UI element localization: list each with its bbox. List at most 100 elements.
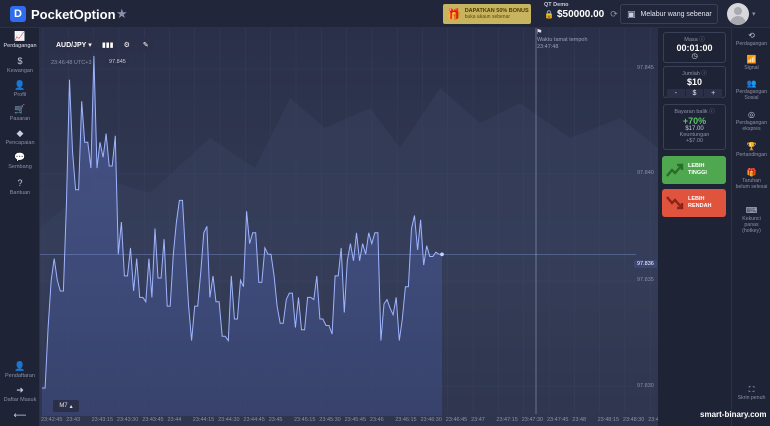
account-balance: $50000.00	[556, 9, 605, 20]
trading-app: D PocketOption ★ 🎁 DAPATKAN 50% BONUS bu…	[0, 0, 770, 426]
time-axis-tick: 23:43:30	[116, 417, 139, 423]
right-nav-label: belum selesai	[735, 184, 768, 191]
history-icon: ⟲	[748, 31, 755, 40]
current-price-label: 97.836	[634, 260, 657, 268]
amount-field[interactable]: Jumlah ⓘ $10 - $ +	[663, 66, 726, 98]
time-axis-tick: 23:42:45	[41, 417, 63, 423]
price-axis-tick: 97.835	[637, 277, 654, 283]
right-nav-label: Pertandingan	[736, 152, 767, 158]
higher-button[interactable]: LEBIH TINGGI	[662, 156, 726, 184]
time-axis-tick: 23:46:30	[420, 417, 442, 423]
deposit-label: Melabur wang sebenar	[640, 10, 712, 18]
chart-line-icon: 📈	[14, 31, 26, 41]
currency-toggle-button[interactable]: $	[685, 89, 704, 98]
lower-button[interactable]: LEBIH RENDAH	[662, 189, 726, 217]
sidebar-item-help[interactable]: ? Bantuan	[0, 178, 40, 196]
sidebar-item-label: Pendaftaran	[5, 373, 35, 379]
sidebar-item-label: Perdagangan	[3, 43, 37, 49]
sidebar-item-label: Sembang	[8, 164, 32, 170]
favorite-star-icon[interactable]: ★	[116, 6, 128, 22]
chevron-up-icon: ▴	[69, 403, 73, 410]
time-axis-tick: 23:44:45	[243, 417, 265, 423]
price-axis-tick: 97.830	[637, 383, 654, 389]
diamond-icon: ◆	[16, 128, 24, 138]
amount-caption: Jumlah ⓘ	[682, 71, 707, 77]
top-bar: D PocketOption ★ 🎁 DAPATKAN 50% BONUS bu…	[0, 0, 770, 28]
time-axis-tick: 23:47:15	[496, 417, 518, 423]
sidebar-item-cart[interactable]: 🛒 Pasaran	[0, 104, 40, 122]
chart-type-icon[interactable]: ▮▮▮	[99, 38, 116, 52]
right-nav-label: Perdagangan	[735, 41, 768, 47]
collapse-icon: ⟵	[13, 410, 27, 420]
time-axis-tick: 23:44	[167, 417, 182, 423]
account-switcher[interactable]: QT Demo 🔒 $50000.00 ⟳	[544, 2, 618, 20]
amount-value: $10	[686, 77, 703, 87]
avatar[interactable]	[727, 3, 749, 25]
trophy-icon: 🏆	[746, 142, 757, 151]
profile-icon: 👤	[14, 80, 26, 90]
server-time: 23:46:48 UTC+3	[51, 60, 92, 66]
drawing-tools-icon[interactable]: ✎	[137, 38, 154, 52]
logo-text: PocketOption	[31, 6, 116, 22]
payout-caption: Bayaran balik ⓘ	[674, 109, 715, 115]
amount-increase-button[interactable]: +	[704, 89, 723, 98]
arrow-down-icon	[666, 196, 684, 210]
bonus-promo-button[interactable]: 🎁 DAPATKAN 50% BONUS buka akaun sebenar	[443, 4, 531, 24]
time-axis-tick: 23:47	[471, 417, 485, 423]
time-axis-tick: 23:43:45	[142, 417, 164, 423]
payout-box: Bayaran balik ⓘ +70% $17.00 Keuntungan +…	[663, 104, 726, 150]
time-caption: Masa ⓘ	[684, 37, 705, 43]
sidebar-item-label: Kewangan	[7, 68, 33, 74]
asset-selector[interactable]: AUD/JPY ▾	[51, 38, 97, 52]
sidebar-item-diamond[interactable]: ◆ Pencapaian	[0, 128, 40, 146]
promo-subtitle: buka akaun sebenar	[464, 14, 511, 20]
sidebar-item-label: Pasaran	[9, 116, 31, 122]
right-nav-signal[interactable]: 📶 Signal	[732, 55, 770, 71]
sidebar-item-chat[interactable]: 💬 Sembang	[0, 152, 40, 170]
asset-pair-label: AUD/JPY	[56, 41, 87, 49]
time-axis-tick: 23:45:45	[344, 417, 367, 423]
sidebar-item-login[interactable]: ➜ Daftar Masuk	[0, 385, 40, 403]
cart-icon: 🛒	[14, 104, 26, 114]
deposit-button[interactable]: ▣ Melabur wang sebenar	[620, 4, 718, 24]
help-icon: ?	[17, 178, 23, 188]
logo[interactable]: D PocketOption	[10, 6, 116, 22]
right-nav-social[interactable]: 👥 Perdagangan Sosial	[732, 79, 770, 101]
sidebar-item-profile[interactable]: 👤 Profil	[0, 80, 40, 98]
sidebar-item-add-user[interactable]: 👤 Pendaftaran	[0, 361, 40, 379]
time-field[interactable]: Masa ⓘ 00:01:00 ◷	[663, 32, 726, 63]
sidebar-item-label: Profil	[13, 92, 27, 98]
right-nav-label: ekspres	[742, 126, 761, 133]
right-nav-bonus[interactable]: 🎁 Taruhan belum selesai	[732, 168, 770, 190]
price-axis-tick: 97.845	[637, 65, 654, 71]
time-axis-tick: 23:46	[369, 417, 384, 423]
chevron-down-icon[interactable]: ▾	[752, 10, 756, 18]
indicators-icon[interactable]: ⚙	[118, 38, 135, 52]
right-nav-fullscreen[interactable]: ⛶ Skrin penuh	[732, 385, 770, 401]
sidebar-item-label: Daftar Masuk	[3, 397, 37, 403]
sidebar-item-dollar[interactable]: $ Kewangan	[0, 56, 40, 74]
right-nav-express[interactable]: ◎ Perdagangan ekspres	[732, 110, 770, 132]
clock-icon: ◷	[691, 53, 698, 60]
sidebar-item-collapse[interactable]: ⟵	[0, 410, 40, 421]
sidebar-item-chart-line[interactable]: 📈 Perdagangan	[0, 31, 40, 49]
time-axis-tick: 23:47:45	[547, 417, 569, 423]
timeframe-selector[interactable]: M7 ▴	[53, 400, 79, 412]
price-chart[interactable]: AUD/JPY ▾ ▮▮▮ ⚙ ✎ 23:46:48 UTC+3 97.845 …	[40, 28, 658, 426]
time-axis-tick: 23:45:30	[319, 417, 341, 423]
flag-icon: ⚑	[536, 29, 543, 36]
time-axis-tick: 23:45	[268, 417, 283, 423]
right-nav-history[interactable]: ⟲ Perdagangan	[732, 31, 770, 47]
amount-decrease-button[interactable]: -	[667, 89, 685, 98]
sidebar-item-label: Bantuan	[9, 190, 31, 196]
right-nav-trophy[interactable]: 🏆 Pertandingan	[732, 142, 770, 158]
add-user-icon: 👤	[14, 361, 26, 371]
right-nav-hotkey[interactable]: ⌨ Kekunci panas (hotkey)	[732, 206, 770, 235]
refresh-icon[interactable]: ⟳	[610, 9, 618, 20]
fullscreen-icon: ⛶	[748, 385, 755, 394]
price-badge: 97.845	[106, 58, 129, 66]
time-axis-tick: 23:44:15	[192, 417, 215, 423]
signal-icon: 📶	[746, 55, 757, 64]
wallet-icon: ▣	[627, 8, 636, 19]
profit-value: +$7.00	[686, 138, 703, 144]
